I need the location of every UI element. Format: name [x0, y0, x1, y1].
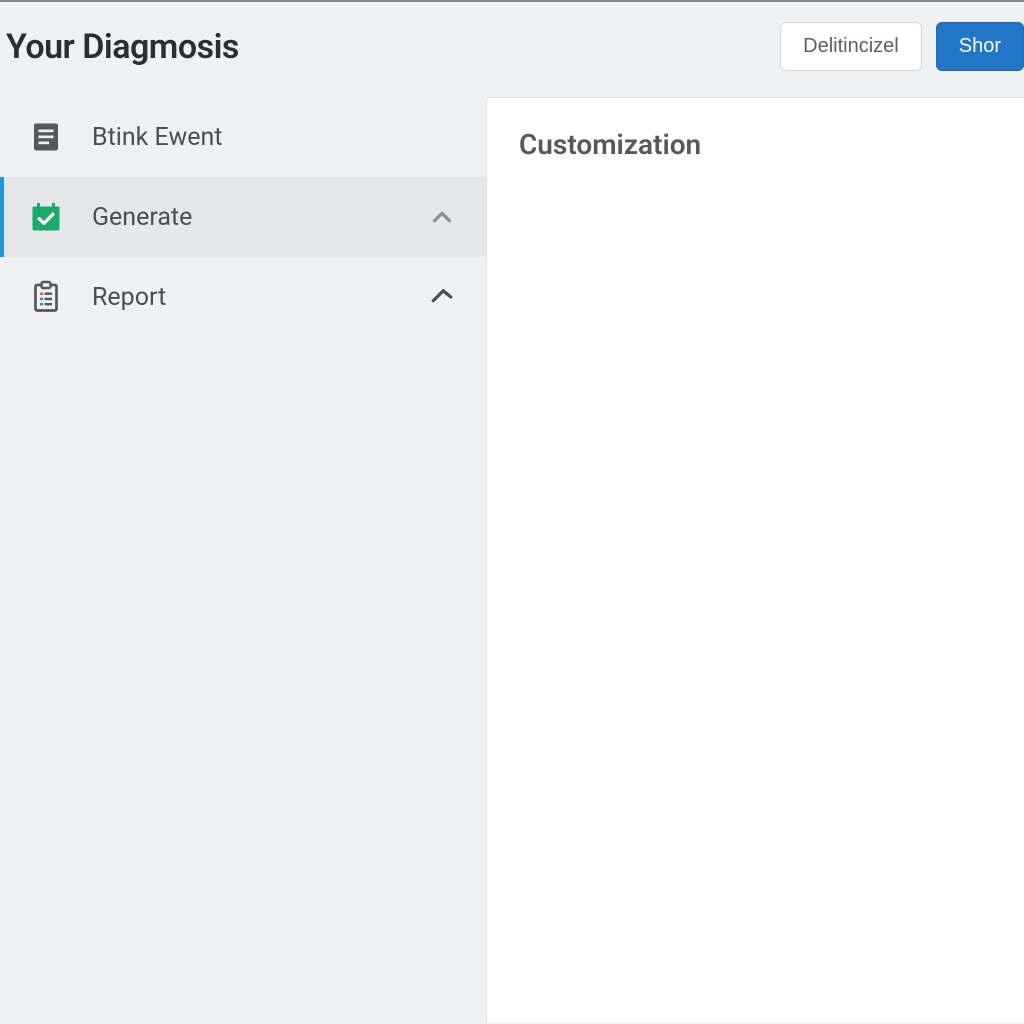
delitincizel-button[interactable]: Delitincizel: [780, 22, 922, 71]
body: Btink Ewent Generate: [0, 97, 1024, 1023]
arrow-up-right-icon: [426, 281, 458, 313]
sidebar-item-label: Generate: [92, 203, 398, 232]
main-title: Customization: [519, 128, 992, 161]
clipboard-list-icon: [28, 279, 64, 315]
main-panel: Customization: [486, 97, 1024, 1023]
header: Your Diagmosis Delitincizel Shor: [0, 2, 1024, 97]
sidebar: Btink Ewent Generate: [0, 97, 486, 1023]
page-title: Your Diagmosis: [6, 27, 239, 67]
shor-button[interactable]: Shor: [936, 22, 1024, 71]
sidebar-item-label: Btink Ewent: [92, 123, 458, 152]
sidebar-item-btink-ewent[interactable]: Btink Ewent: [0, 97, 486, 177]
calendar-check-icon: [28, 199, 64, 235]
chevron-up-icon: [426, 201, 458, 233]
header-buttons: Delitincizel Shor: [780, 22, 1024, 71]
sidebar-item-label: Report: [92, 283, 398, 312]
sidebar-item-generate[interactable]: Generate: [0, 177, 486, 257]
sidebar-item-report[interactable]: Report: [0, 257, 486, 337]
document-icon: [28, 119, 64, 155]
